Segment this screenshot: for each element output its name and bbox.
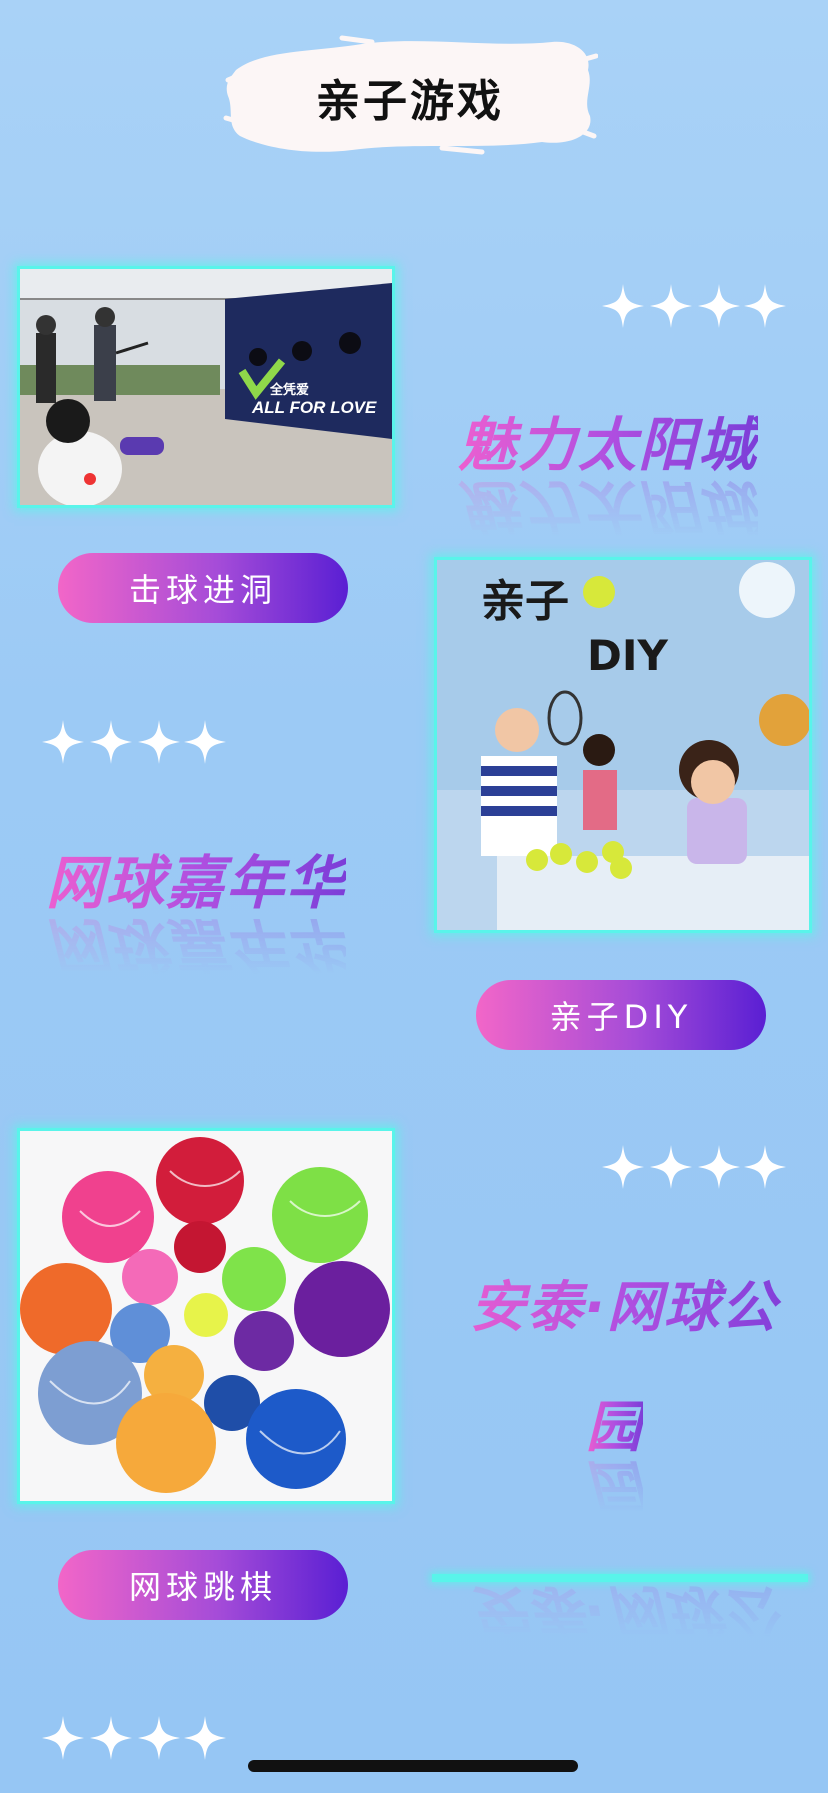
four-sparkle-stars-icon [40,718,228,766]
activity-label: 击球进洞 [128,571,277,609]
sign-text-en: ALL FOR LOVE [251,398,377,417]
page-title: 亲子游戏 [316,76,504,127]
sign-text-cn: 亲子 [481,576,569,627]
activity-button-tennis-checkers[interactable]: 网球跳棋 [58,1550,348,1620]
title-banner: 亲子游戏 [222,30,598,158]
headline-text-line1: 安泰·网球公 [444,1275,804,1339]
headline-text: 魅力太阳城 [458,411,759,479]
activity-button-parent-child-diy[interactable]: 亲子DIY [476,980,766,1050]
headline-antai-tennis-park: 安泰·网球公 [444,1275,804,1339]
headline-tennis-carnival: 网球嘉年华 网球嘉年华 [46,849,347,979]
headline-text: 网球嘉年华 [46,849,347,917]
sign-text-en: DIY [587,631,668,680]
sign-text-cn: 全凭爱 [269,382,309,397]
headline-sun-city: 魅力太阳城 魅力太阳城 [458,411,759,541]
four-sparkle-stars-icon [600,282,788,330]
activity-button-hit-ball[interactable]: 击球进洞 [58,553,348,623]
headline-reflection: 魅力太阳城 [458,472,759,541]
activity-label: 亲子DIY [549,998,693,1036]
activity-label: 网球跳棋 [128,1568,277,1606]
headline-text-line2: 园 [586,1395,644,1459]
headline-reflection: 园 [586,1453,644,1518]
photo-parent-child-diy: 亲子 DIY [434,557,812,933]
photo-tennis-checkers [17,1128,395,1504]
headline-reflection: 安泰·网球公 [444,1578,804,1642]
four-sparkle-stars-icon [600,1143,788,1191]
home-indicator-bar[interactable] [248,1760,578,1772]
headline-antai-reflection: 安泰·网球公 [444,1578,804,1642]
headline-antai-tennis-park-line2: 园 园 [586,1395,644,1518]
four-sparkle-stars-icon [40,1714,228,1762]
photo-hit-ball-into-hole: 全凭爱 ALL FOR LOVE [17,266,395,508]
headline-reflection: 网球嘉年华 [46,910,347,979]
